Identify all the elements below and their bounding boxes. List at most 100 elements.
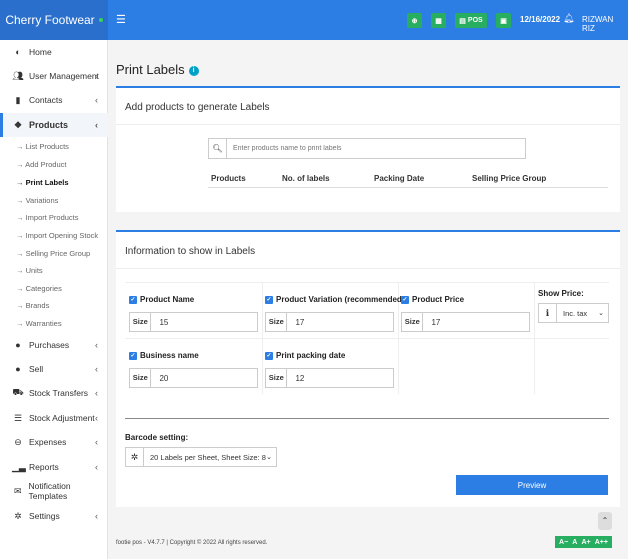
arrow-circle-up-icon: ●: [15, 364, 21, 374]
grid-line: [125, 282, 609, 283]
calculator-button[interactable]: ▦: [431, 13, 446, 28]
add-circle-button[interactable]: ⊕: [407, 13, 422, 28]
business-name-option[interactable]: ✓ Business name: [129, 351, 199, 360]
sidebar-item-expenses[interactable]: ⊖ Expenses ‹: [0, 430, 108, 454]
pos-icon: ▤: [459, 17, 466, 25]
sidebar-item-settings[interactable]: ✲ Settings ‹: [0, 504, 108, 528]
chart-icon: ▁▃: [12, 461, 26, 472]
chevron-left-icon: ‹: [95, 511, 98, 521]
packing-date-size-input[interactable]: [287, 373, 393, 383]
sidebar-item-contacts[interactable]: ▮ Contacts ‹: [0, 88, 108, 112]
submenu-warranties[interactable]: → Warranties: [16, 319, 62, 328]
submenu-print-labels[interactable]: → Print Labels: [16, 178, 69, 187]
money-icon: ▣: [500, 17, 507, 25]
database-icon: ☰: [13, 412, 23, 423]
column-header-selling-price-group: Selling Price Group: [472, 174, 547, 183]
grid-line: [262, 282, 263, 394]
size-label: Size: [266, 369, 288, 387]
product-search-input[interactable]: [227, 145, 525, 152]
info-icon[interactable]: i: [188, 65, 199, 76]
sidebar-item-label: User Management: [29, 71, 99, 81]
user-menu[interactable]: RIZWAN RIZ: [582, 15, 628, 33]
column-header-packing-date: Packing Date: [374, 174, 425, 183]
sidebar: ◐ Home 👥︎ User Management ‹ ▮ Contacts ‹ ❖ Pro…: [0, 40, 108, 559]
font-increase-button[interactable]: A+: [581, 539, 590, 546]
arrow-circle-down-icon: ●: [15, 340, 21, 350]
packing-date-label: Print packing date: [276, 351, 346, 360]
sidebar-item-purchases[interactable]: ● Purchases ‹: [0, 333, 108, 357]
sidebar-item-label: Stock Adjustment: [29, 413, 95, 423]
chevron-up-icon: ⌃: [601, 516, 609, 525]
checkbox-checked-icon[interactable]: ✓: [401, 295, 409, 304]
chevron-down-icon: ‹: [95, 120, 98, 130]
brand-logo[interactable]: Cherry Footwear: [0, 0, 108, 40]
size-label: Size: [130, 313, 152, 331]
scroll-to-top-button[interactable]: ⌃: [598, 512, 612, 530]
checkbox-checked-icon[interactable]: ✓: [129, 351, 137, 360]
sidebar-item-sell[interactable]: ● Sell ‹: [0, 357, 108, 381]
submenu-brands[interactable]: → Brands: [16, 301, 49, 310]
top-navbar: Cherry Footwear ☰ ⊕ ▦ ▤ POS ▣ 12/16/2022 …: [0, 0, 628, 40]
sidebar-item-user-management[interactable]: 👥︎ User Management ‹: [0, 64, 108, 88]
bell-icon[interactable]: 🔔︎: [563, 13, 574, 24]
product-name-size-input[interactable]: [151, 317, 257, 327]
pos-button[interactable]: ▤ POS: [455, 13, 487, 28]
sidebar-item-label: Home: [29, 47, 52, 57]
checkbox-checked-icon[interactable]: ✓: [265, 295, 273, 304]
sidebar-item-reports[interactable]: ▁▃ Reports ‹: [0, 455, 108, 479]
product-price-option[interactable]: ✓ Product Price: [401, 295, 464, 304]
sidebar-item-label: Stock Transfers: [29, 388, 89, 398]
sidebar-item-home[interactable]: ◐ Home: [0, 40, 108, 64]
show-price-select[interactable]: ℹ Inc. tax ⌄: [538, 303, 609, 323]
dashboard-icon: ◐: [15, 47, 21, 57]
submenu-variations[interactable]: → Variations: [16, 196, 58, 205]
card-divider: [116, 268, 620, 269]
address-book-icon: ▮: [15, 94, 21, 105]
sidebar-item-notification-templates[interactable]: ✉ Notification Templates: [0, 479, 108, 503]
chevron-left-icon: ‹: [95, 437, 98, 447]
sidebar-item-label: Notification Templates: [28, 481, 71, 501]
sidebar-item-stock-transfers[interactable]: ⛟ Stock Transfers ‹: [0, 381, 108, 405]
sidebar-item-label: Reports: [29, 462, 59, 472]
menu-toggle-icon[interactable]: ☰: [116, 13, 126, 26]
submenu-add-product[interactable]: → Add Product: [16, 160, 66, 169]
cash-register-button[interactable]: ▣: [496, 13, 511, 28]
product-name-size-field: Size: [129, 312, 258, 332]
product-variation-size-input[interactable]: [287, 317, 393, 327]
submenu-import-products[interactable]: → Import Products: [16, 213, 79, 222]
preview-button[interactable]: Preview: [456, 475, 608, 495]
show-price-label: Show Price:: [538, 289, 584, 298]
page-title-text: Print Labels: [116, 62, 185, 77]
submenu-import-opening-stock[interactable]: → Import Opening Stock: [16, 231, 98, 240]
product-price-size-field: Size: [401, 312, 530, 332]
label-info-card: Information to show in Labels ✓ Product N…: [116, 230, 620, 507]
font-reset-button[interactable]: A: [572, 539, 577, 546]
column-header-no-of-labels: No. of labels: [282, 174, 330, 183]
product-price-size-input[interactable]: [423, 317, 529, 327]
barcode-setting-select[interactable]: ✲ 20 Labels per Sheet, Sheet Size: 8.5" …: [125, 447, 277, 467]
product-variation-label: Product Variation (recommended): [276, 295, 405, 304]
checkbox-checked-icon[interactable]: ✓: [129, 295, 137, 304]
online-status-dot: [98, 18, 103, 22]
checkbox-checked-icon[interactable]: ✓: [265, 351, 273, 360]
business-name-size-input[interactable]: [151, 373, 257, 383]
show-price-value: Inc. tax: [563, 308, 588, 318]
sidebar-item-label: Products: [29, 120, 69, 130]
submenu-units[interactable]: → Units: [16, 266, 43, 275]
submenu-list-products[interactable]: → List Products: [16, 142, 69, 151]
product-variation-option[interactable]: ✓ Product Variation (recommended): [265, 295, 404, 304]
font-increase-more-button[interactable]: A++: [595, 539, 608, 546]
plus-circle-icon: ⊕: [411, 17, 418, 25]
grid-line: [125, 338, 609, 339]
packing-date-option[interactable]: ✓ Print packing date: [265, 351, 345, 360]
sidebar-item-stock-adjustment[interactable]: ☰ Stock Adjustment ‹: [0, 406, 108, 430]
grid-line: [534, 282, 535, 394]
font-decrease-button[interactable]: A−: [559, 539, 568, 546]
chevron-down-icon: ⌄: [598, 310, 604, 317]
submenu-selling-price-group[interactable]: → Selling Price Group: [16, 249, 90, 258]
submenu-categories[interactable]: → Categories: [16, 284, 62, 293]
product-name-option[interactable]: ✓ Product Name: [129, 295, 194, 304]
product-variation-size-field: Size: [265, 312, 394, 332]
search-icon: 🔍︎: [209, 139, 227, 158]
sidebar-item-products[interactable]: ❖ Products ‹: [0, 113, 108, 137]
